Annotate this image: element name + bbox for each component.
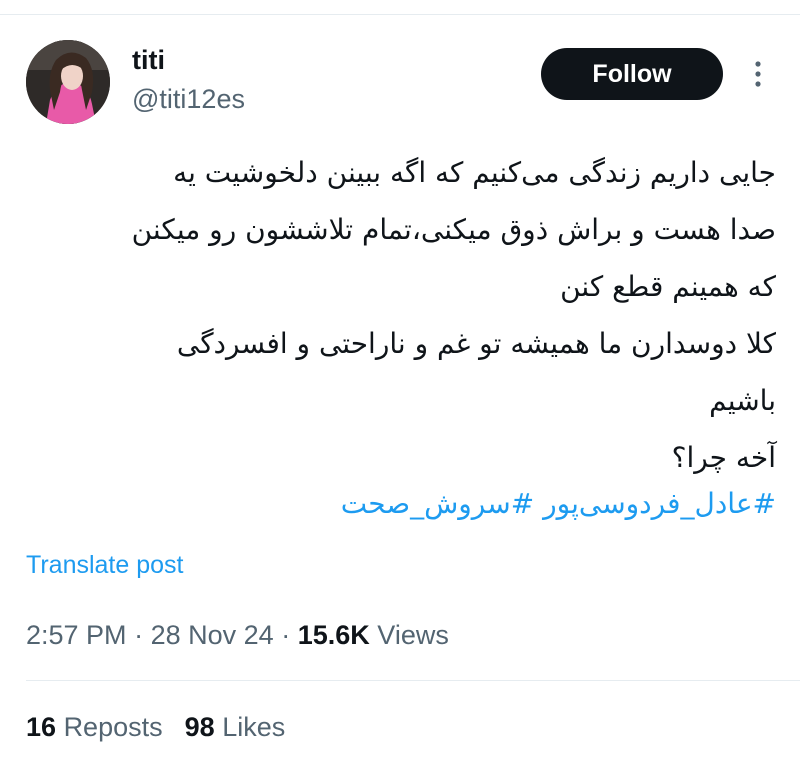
more-vertical-icon — [755, 61, 761, 87]
post-meta: 2:57 PM · 28 Nov 24 · 15.6K Views — [26, 618, 449, 652]
hashtag-link[interactable]: #عادل_فردوسی‌پور — [543, 487, 776, 520]
views-label[interactable]: Views — [377, 620, 449, 650]
follow-button[interactable]: Follow — [541, 48, 723, 100]
post-text-line: آخه چرا؟ — [671, 441, 776, 474]
post-text-line: که همینم قطع کنن — [560, 270, 776, 303]
user-handle[interactable]: @titi12es — [132, 83, 245, 115]
engagement-stats: 16 Reposts 98 Likes — [26, 710, 285, 744]
reposts-label: Reposts — [63, 712, 163, 742]
hashtag-link[interactable]: #سروش_صحت — [341, 487, 534, 520]
post-time[interactable]: 2:57 PM — [26, 620, 127, 650]
display-name[interactable]: titi — [132, 44, 165, 76]
reposts-stat[interactable]: 16 Reposts — [26, 712, 163, 742]
stats-divider — [26, 680, 800, 681]
post-date[interactable]: 28 Nov 24 — [151, 620, 274, 650]
meta-separator: · — [134, 620, 144, 650]
translate-post-link[interactable]: Translate post — [26, 550, 183, 580]
avatar-image — [26, 40, 110, 124]
post-text: جایی داریم زندگی می‌کنیم که اگه ببینن دل… — [24, 144, 776, 486]
reposts-count: 16 — [26, 712, 57, 742]
likes-label: Likes — [222, 712, 286, 742]
views-count[interactable]: 15.6K — [298, 620, 370, 650]
likes-count: 98 — [184, 712, 215, 742]
top-divider — [0, 14, 800, 15]
post-text-line: صدا هست و براش ذوق میکنی،تمام تلاششون رو… — [131, 213, 776, 246]
avatar[interactable] — [26, 40, 110, 124]
likes-stat[interactable]: 98 Likes — [185, 712, 286, 742]
post-text-line: باشیم — [709, 384, 776, 417]
more-options-button[interactable] — [744, 56, 772, 92]
meta-separator: · — [281, 620, 291, 650]
post-text-line: کلا دوسدارن ما همیشه تو غم و ناراحتی و ا… — [176, 327, 776, 360]
post-text-line: جایی داریم زندگی می‌کنیم که اگه ببینن دل… — [173, 156, 776, 189]
hashtag-row: #عادل_فردوسی‌پور #سروش_صحت — [24, 482, 776, 526]
